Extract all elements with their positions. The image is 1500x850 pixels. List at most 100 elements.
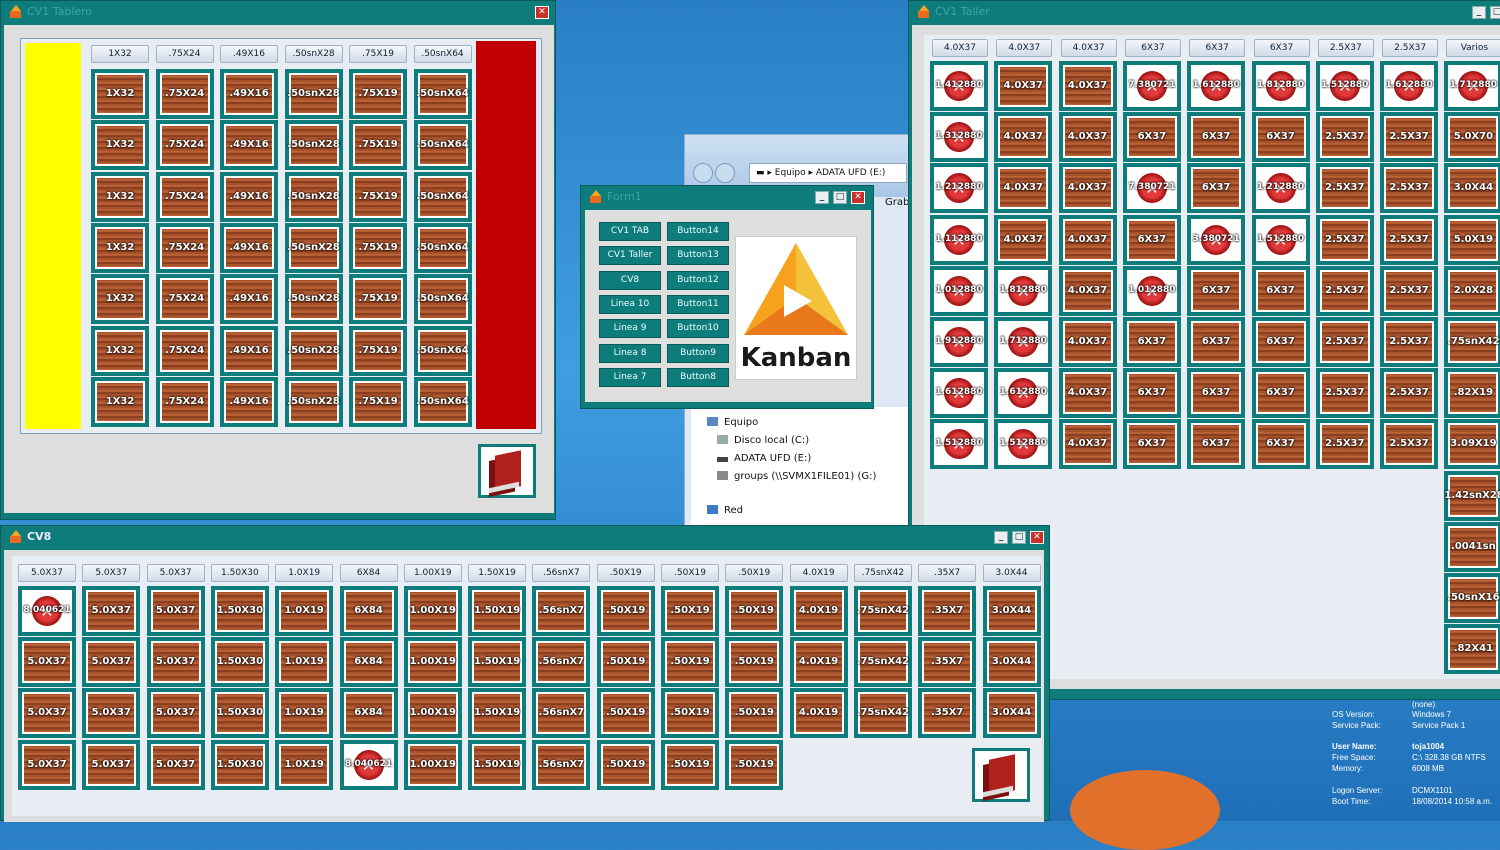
book-button[interactable] [972,748,1030,802]
kanban-card[interactable]: 2.0X28 [1444,265,1500,316]
kanban-card[interactable]: .75snX42 [853,586,912,636]
kanban-card[interactable]: .35X7 [918,637,977,688]
kanban-card[interactable]: 2.5X37 [1315,163,1374,214]
kanban-card[interactable]: 4.0X19 [789,637,848,688]
kanban-card[interactable]: 5.0X37 [146,739,205,790]
column-header-button[interactable]: 5.0X37 [146,564,205,582]
kanban-card-alert[interactable]: 3.380721 [1187,214,1246,265]
kanban-card[interactable]: .50snX28 [284,120,343,171]
kanban-card[interactable]: 2.5X37 [1380,112,1439,163]
crumb-drive[interactable]: ADATA UFD (E:) [816,168,886,178]
kanban-card[interactable]: 6X37 [1187,368,1246,419]
kanban-card-alert[interactable]: 7.380721 [1122,61,1181,111]
tree-item-adata[interactable]: ADATA UFD (E:) [717,453,811,464]
kanban-card[interactable]: .82X19 [1444,368,1500,419]
kanban-card-alert[interactable]: 1.512880 [1315,61,1374,111]
kanban-card[interactable]: 1.50X30 [210,739,269,790]
kanban-card[interactable]: .75X24 [155,69,214,119]
kanban-card[interactable]: 5.0X37 [18,688,76,739]
kanban-card[interactable]: 5.0X37 [18,637,76,688]
kanban-card[interactable]: .49X16 [220,69,278,119]
column-header-button[interactable]: 6X37 [1124,39,1181,57]
kanban-card[interactable]: .75X24 [155,274,214,325]
form-button[interactable]: Button11 [667,294,729,314]
kanban-card[interactable]: 2.5X37 [1315,419,1374,470]
kanban-card[interactable]: 6X37 [1122,368,1181,419]
column-header-button[interactable]: 6X37 [1189,39,1246,57]
kanban-card[interactable]: 5.0X37 [146,637,205,688]
kanban-card[interactable]: 3.0X44 [982,637,1041,688]
kanban-card-alert[interactable]: 1.212880 [930,163,988,214]
kanban-card[interactable]: .50X19 [725,739,784,790]
column-header-button[interactable]: 5.0X37 [18,564,76,582]
column-header-button[interactable]: .49X16 [220,45,278,63]
form-button[interactable]: Button8 [667,367,729,387]
kanban-card[interactable]: .49X16 [220,274,278,325]
kanban-card-alert[interactable]: 1.112880 [930,214,988,265]
column-header-button[interactable]: 1.00X19 [403,564,462,582]
kanban-card[interactable]: .50snX28 [284,222,343,273]
kanban-card[interactable]: 1.50X19 [468,586,527,636]
kanban-card[interactable]: 6X37 [1122,317,1181,367]
kanban-card-alert[interactable]: 1.512880 [994,419,1053,470]
kanban-card[interactable]: .50snX28 [284,325,343,376]
kanban-card[interactable]: .75X19 [349,69,407,119]
kanban-card[interactable]: 6X37 [1187,265,1246,316]
kanban-card[interactable]: 2.5X37 [1315,265,1374,316]
kanban-card[interactable]: 2.5X37 [1315,214,1374,265]
kanban-card[interactable]: 2.5X37 [1315,368,1374,419]
kanban-card-alert[interactable]: 1.712880 [994,317,1053,367]
kanban-card[interactable]: .82X41 [1444,624,1500,675]
column-header-button[interactable]: 2.5X37 [1382,39,1439,57]
kanban-card[interactable]: .50snX28 [284,274,343,325]
kanban-card-alert[interactable]: 1.612880 [1380,61,1439,111]
tree-item-red[interactable]: Red [707,505,743,516]
kanban-card[interactable]: .75X24 [155,120,214,171]
minimize-button[interactable]: _ [994,531,1008,544]
kanban-card[interactable]: 1.0X19 [275,586,334,636]
address-bar[interactable]: ▬ ▸ Equipo ▸ ADATA UFD (E:) [749,163,907,183]
kanban-card[interactable]: .56snX7 [532,637,591,688]
kanban-card[interactable]: .50X19 [661,739,719,790]
column-header-button[interactable]: .35X7 [918,564,977,582]
kanban-card[interactable]: 6X37 [1187,112,1246,163]
kanban-card[interactable]: .35X7 [918,688,977,739]
kanban-card[interactable]: 1.00X19 [403,586,462,636]
kanban-card[interactable]: .50snX64 [413,222,472,273]
kanban-card-alert[interactable]: 1.012880 [930,265,988,316]
kanban-card[interactable]: 1.00X19 [403,739,462,790]
kanban-card-alert[interactable]: 1.612880 [930,368,988,419]
kanban-card[interactable]: 4.0X37 [1058,265,1117,316]
column-header-button[interactable]: 1X32 [91,45,149,63]
kanban-card-alert[interactable]: 1.612880 [994,368,1053,419]
form-button[interactable]: Button14 [667,222,729,241]
kanban-card[interactable]: .75X24 [155,222,214,273]
kanban-card[interactable]: .0041sn [1444,521,1500,572]
kanban-card[interactable]: .50X19 [661,688,719,739]
column-header-button[interactable]: 4.0X37 [996,39,1053,57]
kanban-card[interactable]: 6X37 [1251,419,1310,470]
kanban-card[interactable]: 1.50X30 [210,586,269,636]
column-header-button[interactable]: 1.50X30 [210,564,269,582]
kanban-card[interactable]: .50X19 [725,688,784,739]
kanban-card[interactable]: 4.0X37 [1058,163,1117,214]
column-header-button[interactable]: 4.0X37 [932,39,988,57]
column-header-button[interactable]: .75X19 [349,45,407,63]
tree-item-groups[interactable]: groups (\\SVMX1FILE01) (G:) [717,471,876,482]
kanban-card[interactable]: .56snX7 [532,586,591,636]
kanban-card[interactable]: 3.0X44 [982,688,1041,739]
titlebar[interactable]: Form1 _ □ ✕ [581,186,873,208]
kanban-card-alert[interactable]: 7.380721 [1122,163,1181,214]
kanban-card-alert[interactable]: 1.312880 [930,112,988,163]
kanban-card[interactable]: .75X19 [349,171,407,222]
kanban-card[interactable]: 6X84 [339,586,398,636]
kanban-card[interactable]: 2.5X37 [1315,317,1374,367]
kanban-card[interactable]: 1.50X19 [468,637,527,688]
crumb-equipo[interactable]: Equipo [775,168,806,178]
kanban-card[interactable]: 1.50X19 [468,739,527,790]
kanban-card[interactable]: .50snX64 [413,376,472,427]
book-button[interactable] [478,444,536,498]
close-button[interactable]: ✕ [851,191,865,204]
kanban-card[interactable]: 1.50X19 [468,688,527,739]
kanban-card[interactable]: .49X16 [220,376,278,427]
